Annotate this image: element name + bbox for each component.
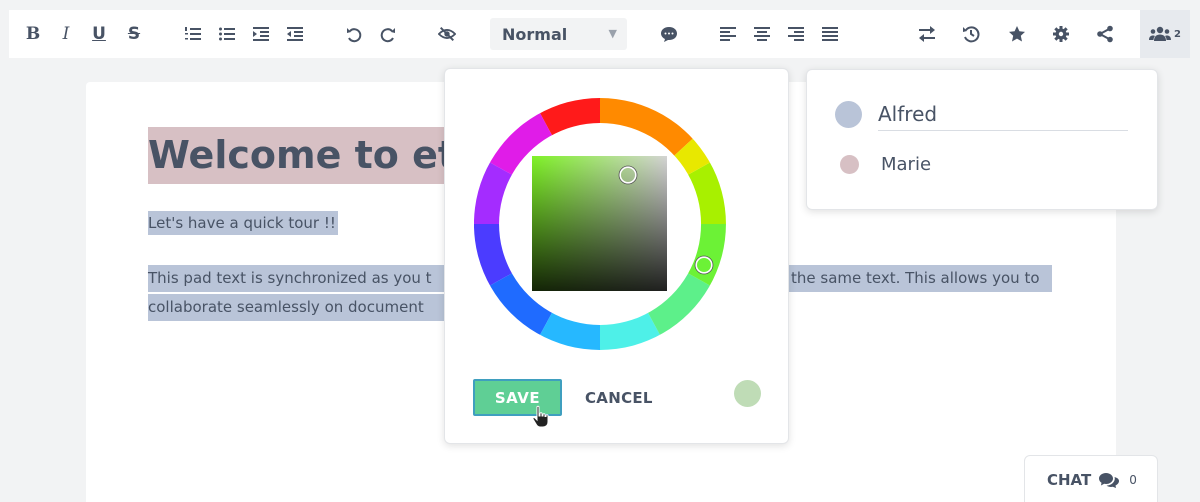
user-row: Alfred: [835, 98, 1128, 131]
document-line[interactable]: Let's have a quick tour !!: [148, 211, 338, 235]
eye-slash-icon: [438, 26, 456, 42]
selected-color-swatch: [734, 380, 761, 407]
outdent-button[interactable]: [280, 10, 310, 58]
align-justify-icon: [822, 27, 838, 41]
paragraph-style-value: Normal: [502, 24, 568, 44]
strikethrough-button[interactable]: S: [119, 10, 149, 58]
share-icon: [1097, 25, 1113, 43]
users-count: 2: [1174, 28, 1181, 40]
underline-button[interactable]: U: [84, 10, 114, 58]
color-wheel[interactable]: [474, 98, 726, 350]
bullet-list-button[interactable]: [212, 10, 242, 58]
share-button[interactable]: [1090, 10, 1120, 58]
undo-button[interactable]: [339, 10, 369, 58]
my-username-input[interactable]: Alfred: [878, 98, 1128, 131]
chevron-down-icon: ▼: [608, 27, 617, 40]
chat-label: CHAT: [1047, 471, 1092, 489]
users-icon: [1149, 26, 1172, 41]
ordered-list-icon: [185, 27, 201, 40]
align-left-button[interactable]: [713, 10, 743, 58]
user-color-dot[interactable]: [835, 101, 862, 128]
redo-icon: [380, 28, 395, 43]
italic-button[interactable]: I: [51, 10, 81, 58]
toolbar: B I U S Normal ▼ 2: [9, 10, 1190, 58]
redo-button[interactable]: [373, 10, 403, 58]
star-icon: [1009, 26, 1025, 42]
undo-icon: [347, 28, 362, 43]
comments-icon: [1099, 473, 1120, 488]
color-picker-popup: SAVE CANCEL: [444, 68, 789, 444]
timeslider-button[interactable]: [956, 10, 986, 58]
align-right-icon: [788, 27, 804, 41]
bold-button[interactable]: B: [18, 10, 48, 58]
align-center-button[interactable]: [747, 10, 777, 58]
cancel-button[interactable]: CANCEL: [585, 379, 657, 416]
settings-button[interactable]: [1046, 10, 1076, 58]
align-left-icon: [720, 27, 736, 41]
paragraph-text-right: the same text. This allows you to: [791, 269, 1040, 287]
ordered-list-button[interactable]: [178, 10, 208, 58]
document-heading[interactable]: Welcome to et: [148, 127, 465, 184]
align-justify-button[interactable]: [815, 10, 845, 58]
outdent-icon: [287, 27, 303, 41]
import-export-button[interactable]: [912, 10, 942, 58]
user-row: Marie: [840, 154, 931, 175]
chat-button[interactable]: CHAT 0: [1024, 455, 1158, 502]
comment-button[interactable]: [654, 10, 684, 58]
exchange-icon: [919, 26, 935, 42]
hand-cursor-icon: [532, 405, 549, 428]
document-paragraph-line[interactable]: collaborate seamlessly on document: [148, 294, 448, 321]
users-button[interactable]: 2: [1140, 10, 1190, 58]
indent-button[interactable]: [246, 10, 276, 58]
align-center-icon: [754, 27, 770, 41]
bullet-list-icon: [219, 27, 235, 41]
users-panel: Alfred Marie: [806, 69, 1158, 210]
chat-count: 0: [1129, 473, 1137, 487]
align-right-button[interactable]: [781, 10, 811, 58]
paragraph-text: collaborate seamlessly on document: [148, 298, 424, 316]
paragraph-style-select[interactable]: Normal ▼: [490, 18, 627, 50]
indent-icon: [253, 27, 269, 41]
hide-authorship-button[interactable]: [432, 10, 462, 58]
paragraph-text: This pad text is synchronized as you t: [148, 269, 432, 287]
history-icon: [963, 26, 980, 43]
gear-icon: [1053, 26, 1069, 42]
star-button[interactable]: [1002, 10, 1032, 58]
user-color-dot: [840, 155, 859, 174]
username: Marie: [881, 154, 932, 175]
comment-icon: [661, 27, 677, 42]
